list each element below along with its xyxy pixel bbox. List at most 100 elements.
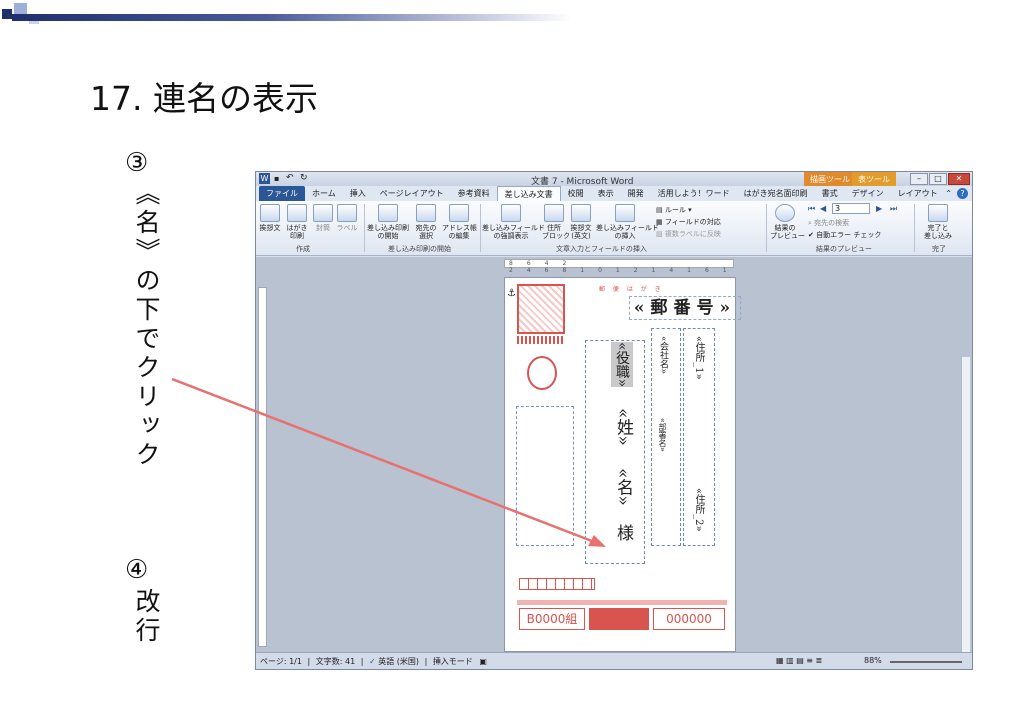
tab-postcard-print[interactable]: はがき宛名面印刷 [737, 186, 815, 201]
document-area: 8642 2468101214161 ⚓ 郵 便 は が き «郵番号» «役職… [256, 257, 972, 669]
address2-field[interactable]: «住所_2» [691, 488, 706, 532]
anchor-icon: ⚓ [507, 288, 516, 299]
left-textbox[interactable] [516, 406, 574, 546]
first-record-button[interactable]: ⏮ [808, 204, 815, 214]
tab-file[interactable]: ファイル [259, 186, 305, 201]
honorific[interactable]: 様 [611, 524, 636, 541]
context-tab-table[interactable]: 表ツール [852, 172, 896, 186]
lottery-number: B0000組 [519, 608, 585, 630]
zoom-slider[interactable] [890, 661, 962, 663]
tab-mailings[interactable]: 差し込み文書 [496, 185, 561, 202]
vertical-ruler[interactable] [258, 287, 267, 647]
greeting-line-icon [571, 204, 591, 222]
surname-field[interactable]: «姓» [611, 408, 636, 446]
status-mode[interactable]: 挿入モード [433, 657, 473, 666]
edit-address-list-button[interactable]: アドレス帳 の編集 [442, 204, 477, 240]
tab-format[interactable]: 書式 [815, 186, 845, 201]
collapse-ribbon-icon[interactable]: ⌃ [945, 189, 952, 198]
tab-references[interactable]: 参考資料 [451, 186, 497, 201]
greeting-line-button[interactable]: 挨拶文 (英文) [568, 204, 594, 240]
tab-review[interactable]: 校閲 [561, 186, 591, 201]
label-icon [337, 204, 357, 222]
lottery-emblem [589, 608, 649, 630]
view-buttons[interactable]: ▦ ▥ ▤ ≡ ≣ [776, 656, 822, 665]
group-separator [480, 204, 481, 252]
title-field[interactable]: «役職» [611, 342, 633, 388]
new-year-seal [527, 356, 557, 390]
zip-field[interactable]: «郵番号» [629, 296, 741, 320]
tab-view[interactable]: 表示 [591, 186, 621, 201]
maximize-button[interactable]: □ [929, 173, 947, 185]
status-page[interactable]: ページ: 1/1 [260, 657, 302, 666]
recipients-icon [416, 204, 436, 222]
save-icon[interactable]: ▪ [274, 174, 279, 183]
address1-field[interactable]: «住所_1» [691, 336, 706, 380]
record-number-input[interactable]: 3 [832, 203, 870, 214]
minimize-button[interactable]: – [910, 173, 928, 185]
status-bar: ページ: 1/1 | 文字数: 41 | ✓ 英語 (米国) | 挿入モード ▣… [256, 652, 972, 669]
department-field[interactable]: «部署名» [657, 418, 668, 452]
step3-number: ③ [125, 148, 149, 178]
tab-page-layout[interactable]: ページレイアウト [373, 186, 451, 201]
ribbon: 挨拶文 はがき 印刷 封筒 ラベル 作成 差し込み印刷 の開始 宛先の 選択 ア… [256, 201, 972, 256]
group-preview: 結果のプレビュー [816, 245, 872, 253]
postcard-label: 郵 便 は が き [599, 286, 664, 293]
update-labels-button[interactable]: ▨ 複数ラベルに反映 [656, 229, 721, 239]
undo-icon[interactable]: ↶ [286, 173, 294, 183]
last-record-button[interactable]: ⏭ [890, 204, 897, 214]
label-button[interactable]: ラベル [336, 204, 358, 232]
tab-home[interactable]: ホーム [305, 186, 343, 201]
find-recipient-button[interactable]: ⌕ 宛先の検索 [808, 218, 849, 228]
name-field[interactable]: «名» [611, 468, 636, 506]
greeting-button[interactable]: 挨拶文 [258, 204, 282, 232]
next-record-button[interactable]: ▶ [876, 204, 882, 213]
redo-icon[interactable]: ↻ [300, 173, 308, 183]
postcard-print-button[interactable]: はがき 印刷 [284, 204, 310, 240]
finish-merge-icon [928, 204, 948, 222]
greeting-icon [260, 204, 280, 222]
auto-check-errors-button[interactable]: ✔ 自動エラー チェック [808, 230, 881, 240]
tab-insert[interactable]: 挿入 [343, 186, 373, 201]
select-recipients-button[interactable]: 宛先の 選択 [412, 204, 440, 240]
tab-developer[interactable]: 開発 [621, 186, 651, 201]
title-bar-decoration [12, 14, 572, 21]
context-tab-drawing[interactable]: 描画ツール [804, 172, 856, 186]
highlight-fields-icon [501, 204, 521, 222]
address-block-button[interactable]: 住所 ブロック [542, 204, 570, 240]
insert-field-button[interactable]: 差し込みフィールド の挿入 [596, 204, 659, 240]
spellcheck-icon[interactable]: ✓ [369, 657, 376, 666]
rules-button[interactable]: ▤ ルール ▾ [656, 205, 692, 215]
tab-design[interactable]: デザイン [845, 186, 891, 201]
prev-record-button[interactable]: ◀ [820, 204, 826, 213]
vertical-scrollbar[interactable] [961, 357, 970, 669]
word-window: W ▪ ↶ ↻ 文書 7 - Microsoft Word 描画ツール 表ツール… [255, 171, 973, 670]
horizontal-ruler[interactable]: 8642 2468101214161 [504, 259, 734, 274]
close-button[interactable]: ✕ [948, 173, 970, 185]
tab-layout[interactable]: レイアウト [891, 186, 945, 201]
status-words[interactable]: 文字数: 41 [316, 657, 355, 666]
step4-instruction: 改行 [132, 588, 161, 646]
slide-title: 17. 連名の表示 [90, 79, 318, 118]
word-app-icon: W [259, 173, 270, 184]
address-list-icon [449, 204, 469, 222]
company-field[interactable]: «会社名» [657, 336, 670, 374]
group-separator [914, 204, 915, 252]
status-language[interactable]: 英語 (米国) [378, 657, 419, 666]
tab-word-tips[interactable]: 活用しよう！ワード [651, 186, 737, 201]
start-merge-button[interactable]: 差し込み印刷 の開始 [366, 204, 410, 240]
macro-icon[interactable]: ▣ [479, 657, 487, 666]
insert-field-icon [615, 204, 635, 222]
finish-merge-button[interactable]: 完了と 差し込み [918, 204, 958, 240]
envelope-button[interactable]: 封筒 [312, 204, 334, 232]
bottom-zip-boxes [519, 578, 595, 590]
address-block-icon [544, 204, 564, 222]
ribbon-tabs: ファイル ホーム 挿入 ページレイアウト 参考資料 差し込み文書 校閲 表示 開… [256, 185, 972, 202]
help-icon[interactable]: ? [957, 188, 968, 199]
start-merge-icon [378, 204, 398, 222]
highlight-fields-button[interactable]: 差し込みフィールド の強調表示 [482, 204, 545, 240]
status-zoom[interactable]: 88% [864, 656, 882, 665]
preview-results-button[interactable]: 結果の プレビュー [770, 204, 805, 240]
lottery-number-2: 000000 [653, 608, 725, 630]
match-fields-button[interactable]: ▦ フィールドの対応 [656, 217, 721, 227]
group-separator [364, 204, 365, 252]
